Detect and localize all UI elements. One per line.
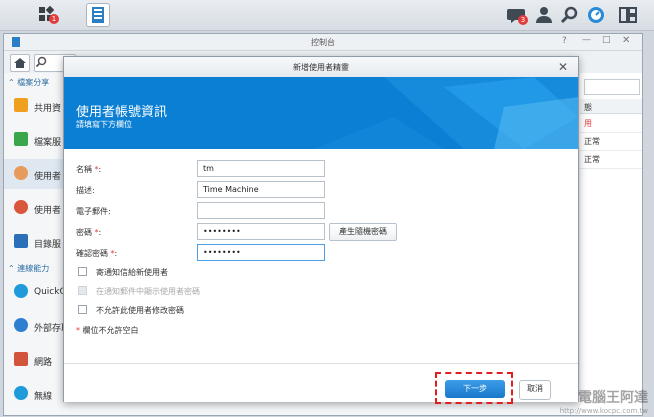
watermark: 電腦王阿達 http://www.kocpc.com.tw bbox=[560, 387, 648, 415]
description-input[interactable]: Time Machine bbox=[197, 181, 325, 198]
name-label: 名稱 *: bbox=[76, 165, 102, 174]
dashboard-button[interactable] bbox=[584, 3, 608, 27]
user-list-panel: 態 用 正常 正常 bbox=[580, 73, 642, 415]
sidebar-item-quickconnect[interactable]: QuickC bbox=[4, 277, 66, 307]
help-icon[interactable]: ? bbox=[562, 36, 567, 46]
sidebar-section-connectivity[interactable]: ⌃ 連線能力 bbox=[8, 263, 49, 274]
control-panel-taskbar-button[interactable] bbox=[86, 3, 110, 27]
taskbar: 1 3 bbox=[0, 0, 654, 31]
group-icon bbox=[14, 200, 28, 214]
disallow-password-change-checkbox[interactable] bbox=[78, 305, 87, 314]
status-column-header[interactable]: 態 bbox=[580, 99, 642, 114]
create-user-wizard: 新增使用者精靈 ✕ 使用者帳號資訊 請填寫下方欄位 名稱 *: tm 描述: T… bbox=[63, 56, 579, 404]
chat-button[interactable]: 3 bbox=[505, 3, 529, 27]
maximize-icon[interactable]: □ bbox=[602, 35, 611, 45]
watermark-url: http://www.kocpc.com.tw bbox=[559, 407, 648, 415]
wizard-title: 新增使用者精靈 bbox=[293, 63, 349, 72]
file-services-icon bbox=[14, 132, 28, 146]
quickconnect-icon bbox=[14, 284, 28, 298]
gauge-icon bbox=[588, 7, 604, 23]
sidebar-item-directory[interactable]: 目錄服 bbox=[4, 227, 64, 257]
send-notification-label: 寄通知信給新使用者 bbox=[96, 268, 168, 277]
password-label: 密碼 *: bbox=[76, 228, 102, 237]
notify-badge: 3 bbox=[518, 15, 528, 25]
window-titlebar: 控制台 ? — □ ✕ bbox=[4, 34, 642, 51]
wizard-titlebar: 新增使用者精靈 ✕ bbox=[64, 57, 578, 78]
email-input[interactable] bbox=[197, 202, 325, 219]
filter-input[interactable] bbox=[584, 79, 640, 95]
sidebar: ⌃ 檔案分享 共用資 檔案服 使用者 使用者 目錄服 ⌃ 連線能力 QuickC bbox=[4, 73, 70, 415]
password-input[interactable]: •••••••• bbox=[197, 223, 325, 240]
cancel-button[interactable]: 取消 bbox=[519, 380, 551, 400]
user-icon bbox=[14, 166, 28, 180]
show-password-label: 在通知郵件中顯示使用者密碼 bbox=[96, 287, 200, 296]
sidebar-item-network[interactable]: 網路 bbox=[4, 345, 64, 375]
close-icon[interactable]: ✕ bbox=[556, 60, 570, 74]
next-button[interactable]: 下一步 bbox=[445, 380, 505, 398]
wizard-banner: 使用者帳號資訊 請填寫下方欄位 bbox=[64, 77, 578, 149]
main-menu-button[interactable]: 1 bbox=[36, 3, 60, 27]
wizard-footer: 下一步 取消 bbox=[64, 363, 578, 404]
sidebar-item-file-services[interactable]: 檔案服 bbox=[4, 125, 64, 155]
sidebar-item-group[interactable]: 使用者 bbox=[4, 193, 64, 223]
search-button[interactable] bbox=[558, 3, 582, 27]
watermark-brand: 電腦王阿達 bbox=[578, 390, 648, 406]
send-notification-checkbox[interactable] bbox=[78, 267, 87, 276]
required-note: * 欄位不允許空白 bbox=[76, 326, 139, 335]
user-button[interactable] bbox=[532, 3, 556, 27]
sidebar-item-shared-folder[interactable]: 共用資 bbox=[4, 91, 64, 121]
folder-icon bbox=[14, 98, 28, 112]
generate-password-button[interactable]: 產生隨機密碼 bbox=[329, 223, 397, 241]
control-panel-icon bbox=[92, 7, 104, 23]
disallow-password-change-label: 不允許此使用者修改密碼 bbox=[96, 306, 184, 315]
description-label: 描述: bbox=[76, 186, 95, 195]
directory-icon bbox=[14, 234, 28, 248]
home-icon bbox=[14, 58, 26, 68]
table-row[interactable]: 正常 bbox=[580, 150, 642, 169]
widgets-icon bbox=[619, 7, 637, 23]
minimize-icon[interactable]: — bbox=[582, 35, 591, 45]
apps-badge: 1 bbox=[49, 14, 59, 24]
wifi-icon bbox=[14, 386, 28, 400]
sidebar-item-external-access[interactable]: 外部存取 bbox=[4, 311, 70, 341]
search-icon bbox=[35, 56, 47, 68]
confirm-password-input[interactable]: •••••••• bbox=[197, 244, 325, 261]
sidebar-section-file-sharing[interactable]: ⌃ 檔案分享 bbox=[8, 77, 49, 88]
home-button[interactable] bbox=[10, 54, 30, 72]
show-password-checkbox[interactable] bbox=[78, 286, 87, 295]
wizard-subheading: 請填寫下方欄位 bbox=[76, 120, 132, 129]
network-icon bbox=[14, 352, 28, 366]
search-icon bbox=[560, 6, 578, 24]
sidebar-item-user[interactable]: 使用者 bbox=[4, 159, 64, 189]
globe-icon bbox=[14, 318, 28, 332]
close-icon[interactable]: ✕ bbox=[622, 35, 630, 46]
name-input[interactable]: tm bbox=[197, 160, 325, 177]
window-title: 控制台 bbox=[311, 38, 335, 47]
table-row[interactable]: 用 bbox=[580, 114, 642, 133]
email-label: 電子郵件: bbox=[76, 207, 111, 216]
table-row[interactable]: 正常 bbox=[580, 132, 642, 151]
user-icon bbox=[536, 7, 552, 23]
sidebar-item-wireless[interactable]: 無線 bbox=[4, 379, 64, 409]
confirm-password-label: 確認密碼 *: bbox=[76, 249, 118, 258]
widgets-button[interactable] bbox=[616, 3, 640, 27]
wizard-heading: 使用者帳號資訊 bbox=[76, 105, 168, 120]
